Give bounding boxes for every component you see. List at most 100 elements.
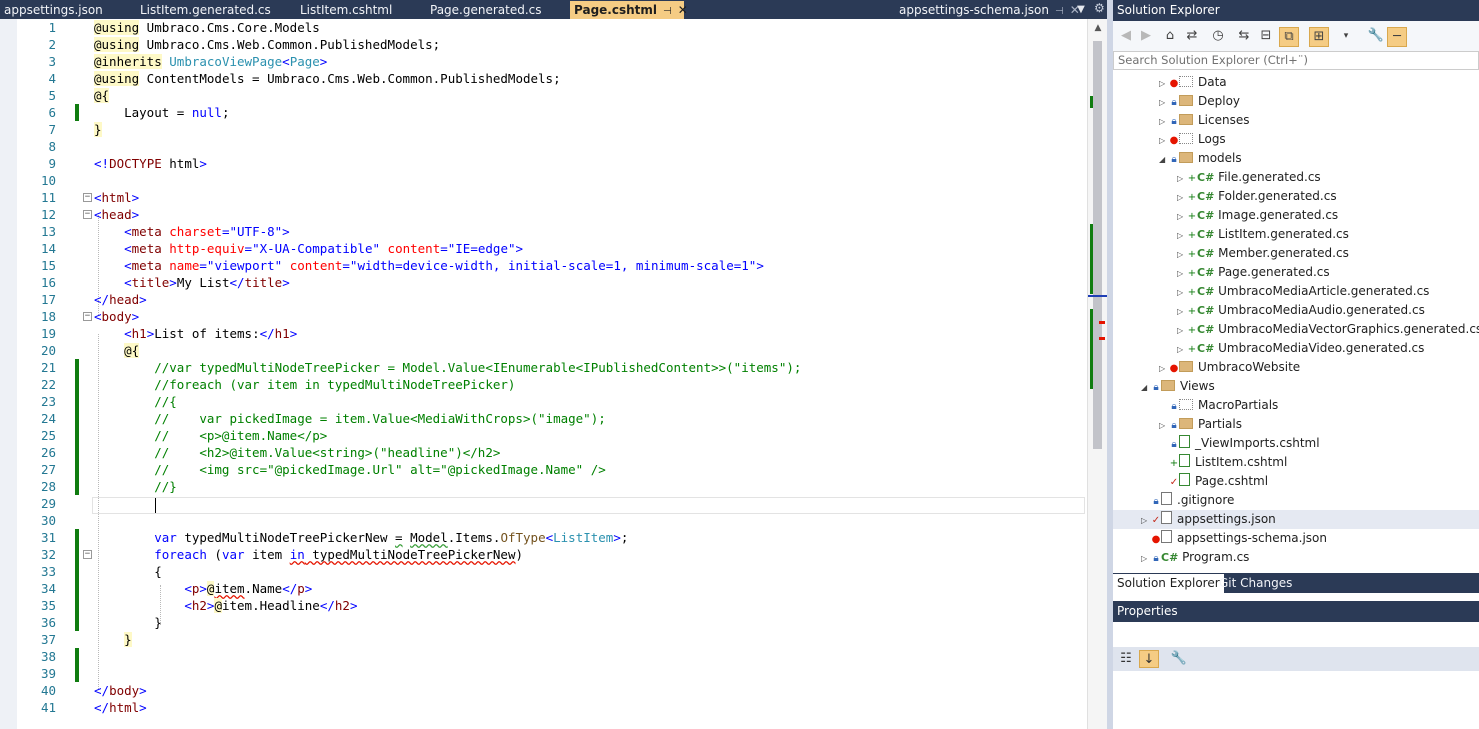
code-line[interactable]: 18− <body>	[0, 308, 1087, 325]
code-line[interactable]: 22 //foreach (var item in typedMultiNode…	[0, 376, 1087, 393]
code-line[interactable]: 32− foreach (var item in typedMultiNodeT…	[0, 546, 1087, 563]
code-line[interactable]: 30	[0, 512, 1087, 529]
expand-icon[interactable]: ▷	[1177, 302, 1187, 321]
tree-item-macropartials[interactable]: 🔒︎ MacroPartials	[1159, 396, 1278, 415]
tree-item-listitem-cshtml[interactable]: + ListItem.cshtml	[1159, 453, 1287, 472]
solution-explorer-search-input[interactable]: Search Solution Explorer (Ctrl+¨)	[1113, 51, 1479, 70]
expand-icon[interactable]: ▷	[1177, 188, 1187, 207]
code-line[interactable]: 33 {	[0, 563, 1087, 580]
tree-item-folder-generated-cs[interactable]: ▷ +C# Folder.generated.cs	[1177, 187, 1337, 206]
code-line[interactable]: 14 <meta http-equiv="X-UA-Compatible" co…	[0, 240, 1087, 257]
properties-wrench-icon[interactable]: 🔧	[1367, 27, 1385, 45]
collapse-icon[interactable]: ◢	[1141, 378, 1151, 397]
code-line[interactable]: 40 </body>	[0, 682, 1087, 699]
settings-gear-icon[interactable]: ⚙	[1092, 0, 1107, 19]
tree-item-umbracomediavideo-generated-cs[interactable]: ▷ +C# UmbracoMediaVideo.generated.cs	[1177, 339, 1424, 358]
tree-item-umbracowebsite[interactable]: ▷ ● UmbracoWebsite	[1159, 358, 1300, 377]
tree-item-umbracomediaarticle-generated-cs[interactable]: ▷ +C# UmbracoMediaArticle.generated.cs	[1177, 282, 1429, 301]
expand-icon[interactable]: ▷	[1159, 93, 1169, 112]
code-line[interactable]: 11− <html>	[0, 189, 1087, 206]
code-line[interactable]: 10	[0, 172, 1087, 189]
tree-item-appsettings-json[interactable]: ▷ ✓ appsettings.json	[1113, 510, 1479, 529]
tree-item-views[interactable]: ◢ 🔒︎ Views	[1141, 377, 1215, 396]
code-line[interactable]: 31 var typedMultiNodeTreePickerNew = Mod…	[0, 529, 1087, 546]
fold-toggle-icon[interactable]: −	[83, 210, 92, 219]
property-pages-wrench-icon[interactable]: 🔧	[1169, 650, 1189, 668]
code-line[interactable]: 34 <p>@item.Name</p>	[0, 580, 1087, 597]
expand-icon[interactable]: ▷	[1159, 359, 1169, 378]
expand-icon[interactable]: ▷	[1177, 340, 1187, 359]
code-line[interactable]: 41 </html>	[0, 699, 1087, 716]
tab-dropdown-icon[interactable]: ▼	[1074, 1, 1088, 19]
expand-icon[interactable]: ▷	[1159, 74, 1169, 93]
code-line[interactable]: 16 <title>My List</title>	[0, 274, 1087, 291]
switch-views-icon[interactable]: ⇄	[1183, 27, 1201, 45]
preview-dropdown-icon[interactable]: ▾	[1337, 27, 1355, 45]
code-line[interactable]: 37 }	[0, 631, 1087, 648]
tree-item-page-cshtml[interactable]: ✓ Page.cshtml	[1159, 472, 1268, 491]
code-line[interactable]: 15 <meta name="viewport" content="width=…	[0, 257, 1087, 274]
back-icon[interactable]: ◀	[1117, 27, 1135, 45]
close-icon[interactable]: ✕	[678, 3, 688, 17]
tree-item-image-generated-cs[interactable]: ▷ +C# Image.generated.cs	[1177, 206, 1338, 225]
tree-item-models[interactable]: ◢ 🔒︎ models	[1159, 149, 1242, 168]
code-line[interactable]: 2 @using Umbraco.Cms.Web.Common.Published…	[0, 36, 1087, 53]
expand-icon[interactable]: ▷	[1141, 549, 1151, 568]
expand-icon[interactable]: ▷	[1177, 264, 1187, 283]
forward-icon[interactable]: ▶	[1137, 27, 1155, 45]
expand-icon[interactable]: ▷	[1177, 207, 1187, 226]
code-line[interactable]: 28 //}	[0, 478, 1087, 495]
code-line[interactable]: 26 // <h2>@item.Value<string>("headline"…	[0, 444, 1087, 461]
categorized-icon[interactable]: ☷	[1116, 650, 1136, 668]
tab-appsettings-schema-json[interactable]: appsettings-schema.json ⊣ ✕	[895, 1, 1087, 19]
fold-toggle-icon[interactable]: −	[83, 550, 92, 559]
tree-item-logs[interactable]: ▷ ● Logs	[1159, 130, 1226, 149]
code-line[interactable]: 12− <head>	[0, 206, 1087, 223]
tree-item-page-generated-cs[interactable]: ▷ +C# Page.generated.cs	[1177, 263, 1330, 282]
history-icon[interactable]: ◷	[1209, 27, 1227, 45]
code-line[interactable]: 19 <h1>List of items:</h1>	[0, 325, 1087, 342]
tree-item-appsettings-schema-json[interactable]: ● appsettings-schema.json	[1141, 529, 1327, 548]
expand-icon[interactable]: ▷	[1177, 245, 1187, 264]
code-line[interactable]: 23 //{	[0, 393, 1087, 410]
code-line[interactable]: 13 <meta charset="UTF-8">	[0, 223, 1087, 240]
alphabetical-icon[interactable]: ↓	[1139, 650, 1159, 668]
preview-icon[interactable]: ⊞	[1309, 27, 1329, 47]
expand-icon[interactable]: ▷	[1177, 321, 1187, 340]
pin-icon[interactable]: ⊣	[1055, 6, 1064, 17]
tree-item-deploy[interactable]: ▷ 🔒︎ Deploy	[1159, 92, 1240, 111]
tab-listitem-generated-cs[interactable]: ListItem.generated.cs	[136, 1, 291, 19]
code-line[interactable]: 17 </head>	[0, 291, 1087, 308]
code-line[interactable]: 1 @using Umbraco.Cms.Core.Models	[0, 19, 1087, 36]
code-line[interactable]: 9 <!DOCTYPE html>	[0, 155, 1087, 172]
tab-page-generated-cs[interactable]: Page.generated.cs	[426, 1, 566, 19]
code-line[interactable]: 38	[0, 648, 1087, 665]
show-all-files-icon[interactable]: ⧉	[1279, 27, 1299, 47]
code-line[interactable]: 35 <h2>@item.Headline</h2>	[0, 597, 1087, 614]
code-line[interactable]: 8	[0, 138, 1087, 155]
code-editor[interactable]: 1 @using Umbraco.Cms.Core.Models 2 @using …	[0, 19, 1108, 729]
code-line[interactable]: 25 // <p>@item.Name</p>	[0, 427, 1087, 444]
tree-item-file-generated-cs[interactable]: ▷ +C# File.generated.cs	[1177, 168, 1321, 187]
tree-item-viewimports-cshtml[interactable]: 🔒︎ _ViewImports.cshtml	[1159, 434, 1320, 453]
expand-icon[interactable]: ▷	[1159, 112, 1169, 131]
code-line[interactable]: 36 }	[0, 614, 1087, 631]
tab-solution-explorer[interactable]: Solution Explorer	[1113, 574, 1224, 593]
scrollbar-thumb[interactable]	[1093, 41, 1102, 449]
pin-icon[interactable]: ⊣	[663, 6, 672, 17]
tab-page-cshtml[interactable]: Page.cshtml ⊣ ✕	[570, 1, 688, 19]
fold-toggle-icon[interactable]: −	[83, 193, 92, 202]
tree-item-licenses[interactable]: ▷ 🔒︎ Licenses	[1159, 111, 1250, 130]
tree-item-program-cs[interactable]: ▷ 🔒︎ C# Program.cs	[1141, 548, 1249, 567]
code-line[interactable]: 5 @{	[0, 87, 1087, 104]
code-line[interactable]: 21 //var typedMultiNodeTreePicker = Mode…	[0, 359, 1087, 376]
tree-item-listitem-generated-cs[interactable]: ▷ +C# ListItem.generated.cs	[1177, 225, 1349, 244]
sync-icon[interactable]: ⇆	[1235, 27, 1253, 45]
expand-icon[interactable]: ▷	[1177, 226, 1187, 245]
expand-icon[interactable]: ▷	[1159, 416, 1169, 435]
tree-item-umbracomediaaudio-generated-cs[interactable]: ▷ +C# UmbracoMediaAudio.generated.cs	[1177, 301, 1425, 320]
code-line[interactable]: 3 @inherits UmbracoViewPage<Page>	[0, 53, 1087, 70]
expand-icon[interactable]: ▷	[1159, 131, 1169, 150]
code-line[interactable]: 7}	[0, 121, 1087, 138]
scroll-up-icon[interactable]: ▲	[1088, 23, 1108, 33]
